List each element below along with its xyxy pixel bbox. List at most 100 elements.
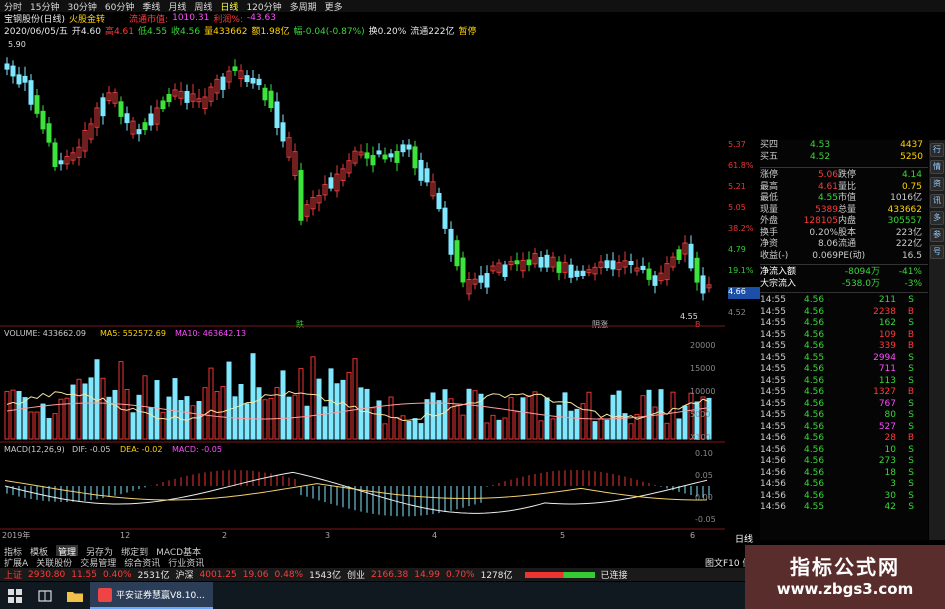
tick-volume: 10 [884, 444, 896, 455]
candle-body [418, 159, 424, 181]
tick-direction: S [908, 295, 914, 305]
volume-axis-label: 20000 [690, 341, 715, 350]
volume-bar [604, 419, 610, 440]
volume-bar [418, 423, 424, 440]
candle-body [568, 264, 574, 278]
extension-tab-3[interactable]: 综合资讯 [124, 556, 160, 569]
daily-button[interactable]: 日线 [735, 532, 753, 545]
volume-bar [82, 383, 88, 440]
tick-volume: 767 [878, 398, 896, 409]
volume-bar [166, 396, 172, 440]
indicator-tab-3[interactable]: 另存为 [86, 545, 113, 558]
side-tool-icon[interactable]: 号 [930, 245, 944, 259]
period-tab-5[interactable]: 月线 [168, 0, 186, 13]
volume-bar [460, 414, 466, 440]
windows-start-icon[interactable] [0, 582, 30, 609]
volume-bar [568, 410, 574, 440]
volume-bar [142, 375, 148, 440]
bid-label: 买五 [760, 151, 779, 162]
tick-row: 14:56 4.56 3 S [760, 479, 928, 491]
sh-index-label[interactable]: 上证 [4, 568, 22, 581]
volume-bar [46, 418, 52, 440]
tick-row: 14:56 4.56 30 S [760, 491, 928, 503]
candle-body [454, 240, 460, 267]
tick-time: 14:56 [760, 479, 786, 489]
candle-body [220, 76, 226, 90]
flow-value: -538.0万 [841, 278, 880, 289]
kline-chart[interactable]: 5.904.55跌 阴涨 BVOLUME: 433662.09 MA5: 552572… [0, 24, 725, 539]
volume-bar [520, 397, 526, 440]
period-tab-8[interactable]: 120分钟 [246, 0, 281, 13]
volume-bar [652, 406, 658, 440]
volume-bar [400, 415, 406, 440]
side-tool-icon[interactable]: 资 [930, 177, 944, 191]
tick-time: 14:55 [760, 341, 786, 351]
stat-row: 现量 5389 总量 433662 [760, 205, 928, 217]
flow-value: -8094万 [844, 267, 880, 277]
volume-bar [556, 404, 562, 440]
task-view-icon[interactable] [30, 582, 60, 609]
tick-direction: S [908, 502, 914, 512]
macd-axis-label: 0.00 [695, 493, 713, 502]
side-tool-icon[interactable]: 多 [930, 211, 944, 225]
candle-body [460, 257, 466, 283]
tick-direction: B [907, 387, 914, 397]
candle-body [514, 260, 520, 265]
tick-row: 14:56 4.56 10 S [760, 445, 928, 457]
period-tab-6[interactable]: 周线 [194, 0, 212, 13]
side-tool-icon[interactable]: 情 [930, 160, 944, 174]
volume-bar [322, 406, 328, 440]
tick-direction: S [908, 375, 914, 386]
volume-bar [574, 408, 580, 440]
profit-value: -43.63 [246, 13, 276, 23]
extension-tab-4[interactable]: 行业资讯 [168, 556, 204, 569]
file-explorer-icon[interactable] [60, 582, 90, 609]
tick-direction: B [907, 329, 914, 340]
stat-value: 8.06 [817, 239, 838, 249]
time-axis-label: 12 [120, 531, 130, 539]
candle-body [166, 93, 172, 103]
candle-body [394, 150, 400, 163]
tick-row: 14:55 4.56 527 S [760, 422, 928, 434]
tick-price: 4.56 [804, 306, 825, 317]
tick-price: 4.56 [804, 467, 825, 478]
stat-value: 5.06 [817, 170, 838, 180]
candle-body [610, 260, 616, 270]
extension-tab-1[interactable]: 关联股份 [36, 556, 72, 569]
side-tool-icon[interactable]: 行 [930, 143, 944, 157]
tick-row: 14:55 4.56 109 B [760, 330, 928, 342]
volume-bar [280, 370, 286, 440]
cy-index-label[interactable]: 创业 [347, 568, 365, 581]
period-tab-10[interactable]: 更多 [325, 0, 343, 13]
taskbar-app-pingan[interactable]: 平安证券慧赢V8.10... [90, 582, 213, 609]
ma5-label: MA5: 552572.69 [100, 329, 166, 338]
extension-tab-2[interactable]: 交易管理 [80, 556, 116, 569]
period-tab-9[interactable]: 多周期 [290, 0, 317, 13]
flow-label: 净流入额 [760, 267, 797, 277]
bid-volume: 4437 [900, 140, 923, 150]
stat-value: 4.14 [901, 170, 922, 180]
stat-value: 4.55 [817, 193, 838, 203]
volume-bar [328, 368, 334, 440]
indicator-tab-0[interactable]: 指标 [4, 545, 22, 558]
sz-index-label[interactable]: 沪深 [176, 568, 194, 581]
candle-body [412, 146, 418, 169]
indicator-tab-5[interactable]: MACD基本 [156, 545, 201, 558]
candle-body [328, 177, 334, 189]
extension-tab-0[interactable]: 扩展A [4, 556, 28, 569]
bid-label: 买四 [760, 140, 779, 150]
side-tool-icon[interactable]: 参 [930, 228, 944, 242]
stat-label: 最低 [760, 193, 779, 203]
indicator-tab-4[interactable]: 绑定到 [121, 545, 148, 558]
tick-row: 14:55 4.56 767 S [760, 399, 928, 411]
indicator-tab-1[interactable]: 模板 [30, 545, 48, 558]
tick-price: 4.56 [804, 318, 825, 328]
price-axis-label: 5.05 [728, 203, 746, 212]
stat-row: 外盘 128105 内盘 305557 [760, 216, 928, 228]
side-tool-icon[interactable]: 讯 [930, 194, 944, 208]
tick-volume: 3 [890, 479, 896, 489]
stat-label: 跌停 [838, 170, 857, 180]
volume-axis-label: X100 [690, 433, 711, 442]
indicator-tab-2[interactable]: 管理 [56, 545, 79, 558]
tick-volume: 2238 [873, 306, 896, 317]
